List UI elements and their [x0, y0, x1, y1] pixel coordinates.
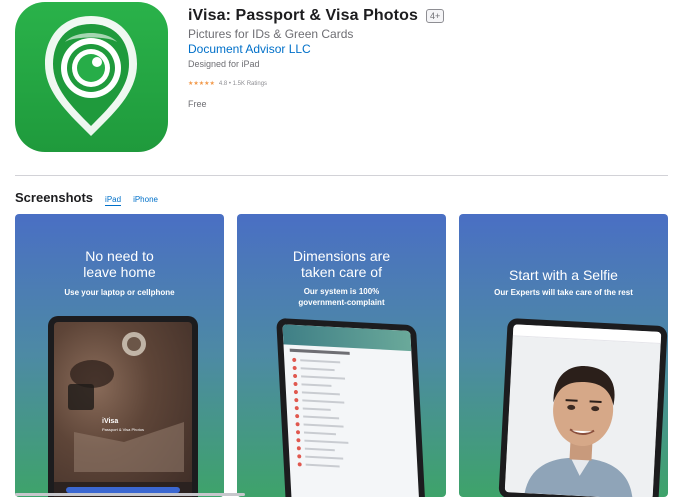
screenshot-subtext: Use your laptop or cellphone — [64, 288, 175, 297]
designed-for-label: Designed for iPad — [188, 59, 260, 69]
screenshots-title: Screenshots — [15, 190, 94, 205]
screenshot-subtext-line1: Our system is 100% — [303, 287, 380, 296]
rating-text: 4.8 • 1.5K Ratings — [218, 80, 268, 87]
app-icon — [15, 2, 168, 152]
screenshot-subtext: Our Experts will take care of the rest — [494, 288, 633, 297]
screenshots-header: Screenshots iPad iPhone — [15, 190, 158, 206]
rating-row: ★★★★★ 4.8 • 1.5K Ratings — [188, 80, 268, 88]
tablet-screen-photo: iVisa Passport & Visa Photos — [54, 322, 192, 497]
desk-photo-illustration — [54, 332, 192, 497]
screenshot-headline-line2: leave home — [83, 264, 156, 280]
tablet-screen-list — [282, 324, 420, 497]
tab-ipad[interactable]: iPad — [105, 195, 122, 206]
screenshots-scrollbar[interactable] — [15, 493, 245, 496]
price-label: Free — [188, 99, 207, 109]
section-divider — [15, 175, 668, 176]
developer-link[interactable]: Document Advisor LLC — [188, 42, 311, 56]
tablet-device: iVisa Passport & Visa Photos — [48, 316, 198, 497]
screenshot-headline-line1: No need to — [85, 248, 154, 264]
screenshot-subtext-line2: government-complaint — [298, 298, 385, 307]
tab-iphone[interactable]: iPhone — [133, 195, 158, 205]
device-tagline-label: Passport & Visa Photos — [102, 427, 144, 432]
screenshot-headline-line1: Dimensions are — [292, 248, 391, 264]
country-list-illustration — [289, 348, 350, 468]
star-rating-icon: ★★★★★ — [188, 81, 215, 87]
selfie-portrait-illustration — [504, 336, 661, 497]
app-title-row: iVisa: Passport & Visa Photos 4+ — [188, 7, 445, 25]
screenshot-card-2[interactable]: Dimensions are taken care of Our system … — [237, 214, 446, 497]
screenshot-card-1[interactable]: No need to leave home Use your laptop or… — [15, 214, 224, 497]
tablet-device — [498, 317, 668, 497]
app-title: iVisa: Passport & Visa Photos — [188, 7, 418, 24]
app-subtitle: Pictures for IDs & Green Cards — [188, 27, 354, 41]
age-rating-badge: 4+ — [425, 9, 445, 23]
screenshot-headline-line2: taken care of — [301, 264, 382, 280]
device-brand-label: iVisa — [102, 418, 119, 425]
screenshot-card-3[interactable]: Start with a Selfie Our Experts will tak… — [459, 214, 668, 497]
tablet-device — [276, 317, 426, 497]
screenshot-headline: Start with a Selfie — [509, 267, 618, 283]
tablet-screen-selfie — [504, 324, 662, 497]
location-pin-camera-icon — [45, 16, 137, 136]
